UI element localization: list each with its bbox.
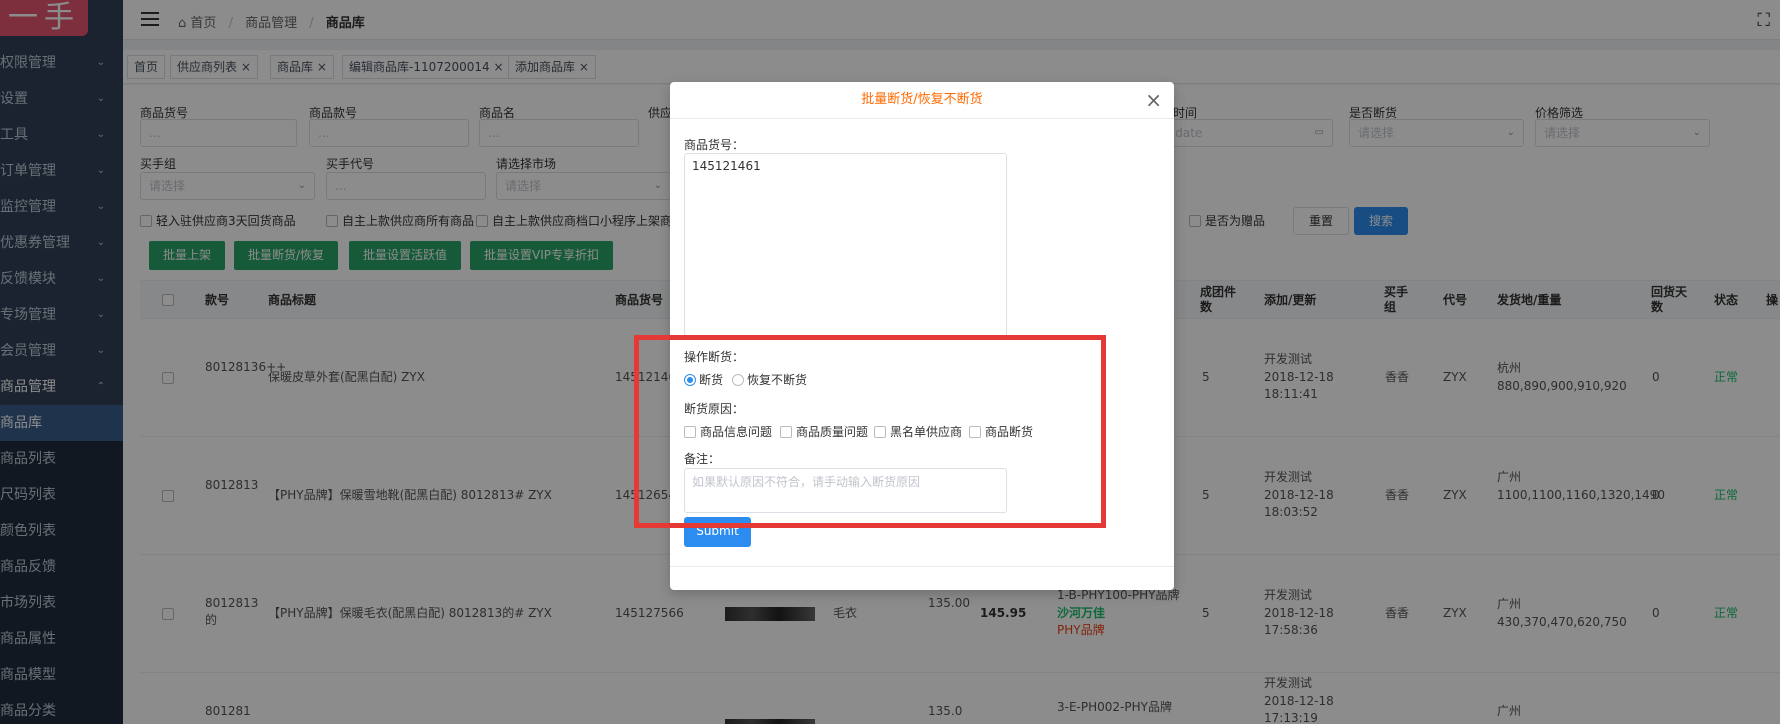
highlight-annotation-box (634, 335, 1106, 528)
modal-footer (670, 566, 1174, 567)
close-icon[interactable]: × (1145, 88, 1162, 112)
modal-title: 批量断货/恢复不断货 (670, 82, 1174, 119)
sku-textarea[interactable]: 145121461 (684, 153, 1007, 336)
sku-label: 商品货号： (684, 138, 745, 152)
